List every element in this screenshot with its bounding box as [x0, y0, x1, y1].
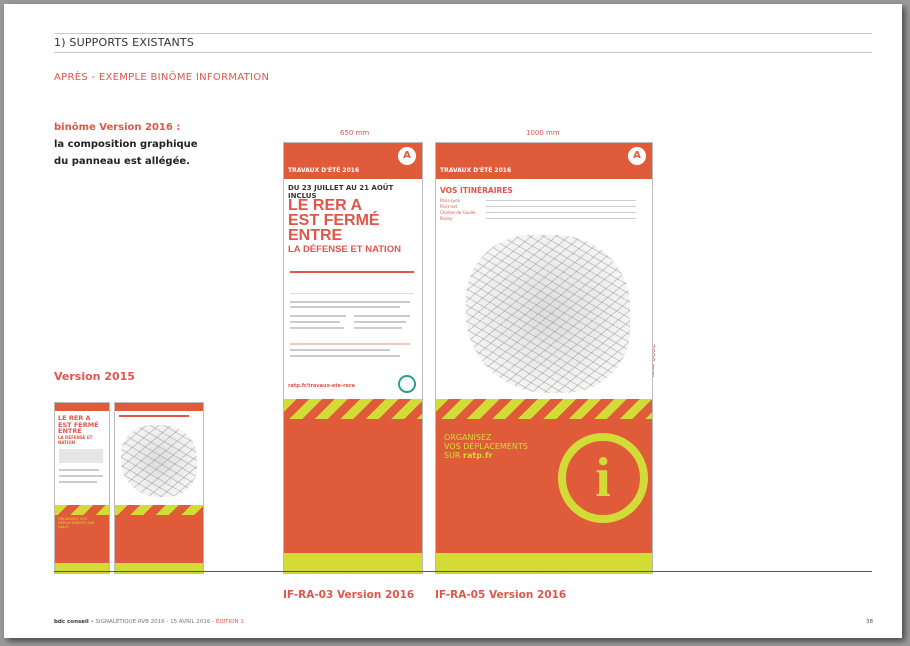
cta-text: ORGANISEZ VOS DÉPLACEMENTS SUR ratp.fr — [444, 433, 528, 460]
dimension-width-2: 1000 mm — [526, 129, 560, 137]
section-title: 1) SUPPORTS EXISTANTS — [54, 36, 195, 49]
panel-if-ra-05: TRAVAUX D'ÉTÉ 2016 A VOS ITINÉRAIRES Par… — [435, 142, 653, 574]
itinerary-row: Poissy — [440, 216, 453, 221]
small-panel-2 — [114, 402, 204, 574]
subtitle: APRÈS - EXEMPLE BINÔME INFORMATION — [54, 72, 270, 83]
panel-title-line: LE RER A — [288, 197, 363, 214]
description: binôme Version 2016 : la composition gra… — [54, 119, 204, 170]
panel-title-line: LA DÉFENSE ET NATION — [288, 243, 401, 255]
small-panel-1: LE RER A EST FERMÉ ENTRE LA DÉFENSE ET N… — [54, 402, 110, 574]
panel-header: TRAVAUX D'ÉTÉ 2016 — [288, 167, 360, 174]
cta-url: ratp.fr — [463, 451, 493, 460]
divider-title — [54, 52, 872, 53]
cta-line: VOS DÉPLACEMENTS — [444, 442, 528, 451]
page-number: 38 — [866, 619, 873, 625]
itineraries-title: VOS ITINÉRAIRES — [440, 186, 513, 195]
dimension-width-1: 650 mm — [340, 129, 370, 137]
caption-panel-1: IF-RA-03 Version 2016 — [283, 589, 415, 601]
small-panel-cta: ORGANISEZ VOS DÉPLACEMENTS SUR ratp.fr — [58, 517, 95, 529]
panel-header: TRAVAUX D'ÉTÉ 2016 — [440, 167, 512, 174]
panel-title-line: EST FERMÉ — [288, 212, 380, 230]
divider-top — [54, 33, 872, 34]
caption-panel-2: IF-RA-05 Version 2016 — [435, 589, 567, 601]
network-map — [466, 235, 630, 393]
ratp-logo-icon — [398, 375, 416, 393]
rer-a-logo: A — [628, 147, 646, 165]
ground-line — [54, 571, 872, 572]
line-diagram — [290, 271, 414, 294]
document-page: 1) SUPPORTS EXISTANTS APRÈS - EXEMPLE BI… — [4, 4, 902, 638]
cta-line: SUR — [444, 451, 461, 460]
small-panel-map — [121, 425, 197, 497]
footer-text: SIGNALÉTIQUE RVB 2016 - 15 AVRIL 2016 - — [95, 619, 215, 625]
description-highlight: binôme Version 2016 : — [54, 122, 181, 133]
panel-if-ra-03: TRAVAUX D'ÉTÉ 2016 A DU 23 JUILLET AU 21… — [283, 142, 423, 574]
description-line: la composition graphique — [54, 139, 198, 150]
panel-title-line: ENTRE — [288, 227, 343, 245]
version-2015-label: Version 2015 — [54, 370, 135, 383]
footer-brand: bdc conseil — [54, 619, 89, 625]
footer-edition: ÉDITION 1 — [215, 619, 244, 625]
cta-line: ORGANISEZ — [444, 433, 492, 442]
info-icon: i — [558, 433, 648, 523]
small-panel-title: LA DÉFENSE ET NATION — [58, 434, 93, 445]
description-line: du panneau est allégée. — [54, 156, 190, 167]
panel-url: ratp.fr/travaux-ete-rera — [288, 383, 355, 389]
footer: bdc conseil • SIGNALÉTIQUE RVB 2016 - 15… — [54, 619, 244, 625]
rer-a-logo: A — [398, 147, 416, 165]
